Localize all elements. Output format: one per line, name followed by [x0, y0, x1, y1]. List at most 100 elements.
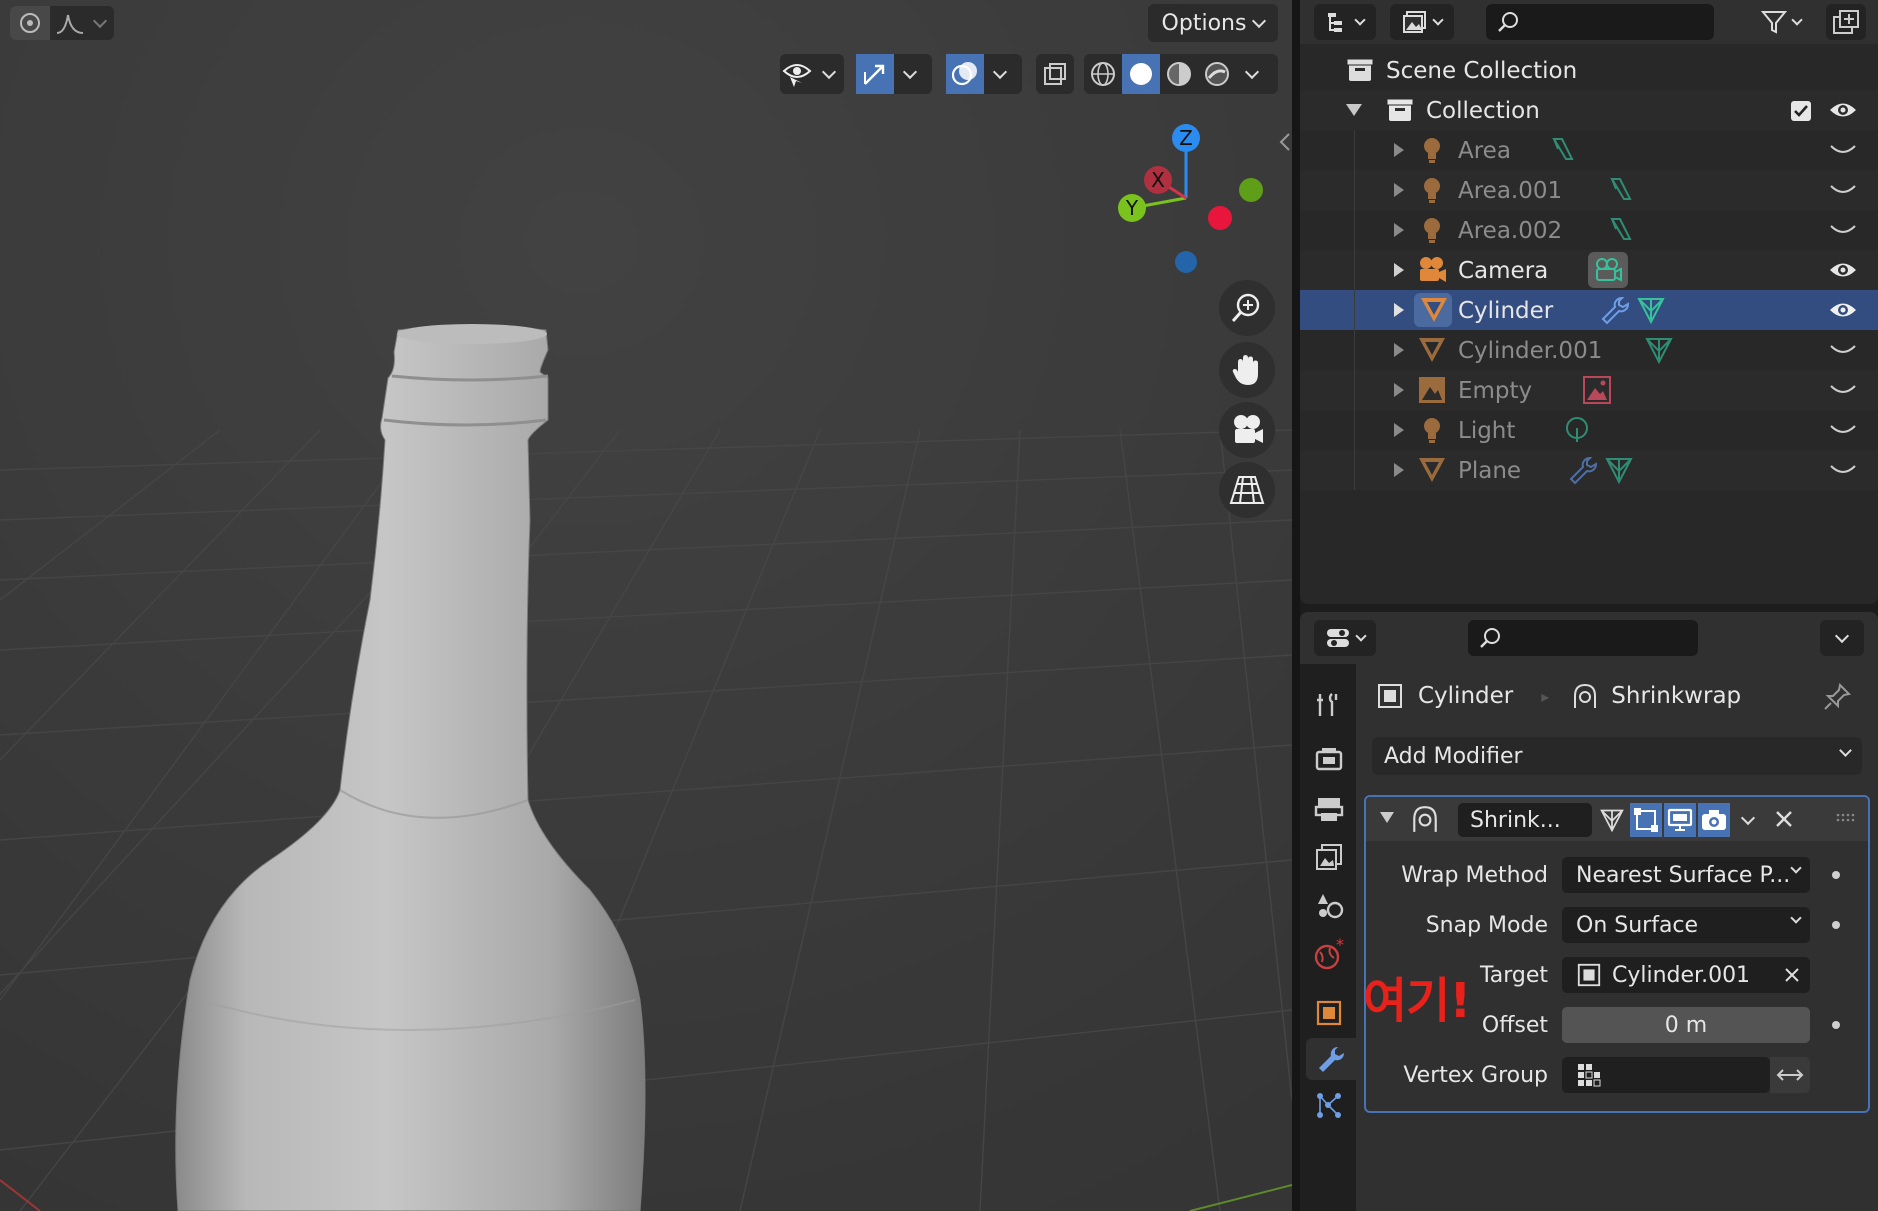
expand-arrow-icon[interactable]	[1394, 183, 1404, 197]
expand-arrow-icon[interactable]	[1394, 343, 1404, 357]
outliner-item-camera[interactable]: Camera	[1300, 250, 1878, 290]
edit-mode-toggle[interactable]	[1630, 803, 1662, 837]
eye-closed-icon[interactable]	[1828, 378, 1858, 402]
perspective-toggle-button[interactable]	[1219, 462, 1275, 518]
tab-tool[interactable]	[1308, 684, 1350, 726]
tab-object[interactable]	[1308, 992, 1350, 1034]
chevron-down-icon[interactable]	[984, 54, 1016, 94]
material-preview-icon[interactable]	[1160, 54, 1198, 94]
options-dropdown[interactable]: Options	[1148, 4, 1278, 42]
tab-output[interactable]	[1308, 788, 1350, 830]
tab-render[interactable]	[1308, 738, 1350, 780]
rendered-shading-icon[interactable]	[1198, 54, 1236, 94]
outliner-search-input[interactable]	[1486, 4, 1714, 40]
expand-arrow-icon[interactable]	[1394, 303, 1404, 317]
eye-closed-icon[interactable]	[1828, 138, 1858, 162]
proportional-falloff-icon[interactable]	[50, 6, 90, 40]
snap-mode-dropdown[interactable]: On Surface	[1562, 907, 1810, 943]
keyframe-dot-icon[interactable]	[1832, 871, 1840, 879]
target-object-field[interactable]: Cylinder.001	[1562, 957, 1810, 993]
edit-cage-toggle[interactable]	[1596, 803, 1628, 837]
light-data-icon[interactable]	[1606, 215, 1636, 245]
chevron-down-icon[interactable]	[894, 54, 926, 94]
mesh-data-icon[interactable]	[1604, 455, 1634, 485]
pan-button[interactable]	[1219, 342, 1275, 398]
expand-arrow-icon[interactable]	[1394, 423, 1404, 437]
expand-arrow-icon[interactable]	[1394, 143, 1404, 157]
add-modifier-dropdown[interactable]: Add Modifier	[1372, 737, 1862, 775]
eye-selectable-icon[interactable]	[780, 54, 815, 94]
tab-particles[interactable]	[1308, 1084, 1350, 1126]
eye-icon[interactable]	[1828, 258, 1858, 282]
solid-shading-icon[interactable]	[1122, 54, 1160, 94]
viewport-mode-selector[interactable]	[10, 6, 114, 40]
navigation-gizmo[interactable]: Z X Y	[1100, 118, 1270, 288]
overlays-icon[interactable]	[946, 54, 984, 94]
eye-closed-icon[interactable]	[1828, 418, 1858, 442]
collapse-arrow-icon[interactable]	[1380, 812, 1394, 823]
outliner-item-cylinder-001[interactable]: Cylinder.001	[1300, 330, 1878, 370]
tab-modifiers[interactable]	[1306, 1038, 1356, 1080]
modifier-name-field[interactable]: Shrink...	[1458, 803, 1592, 837]
wrench-modifier-icon[interactable]	[1600, 295, 1630, 325]
zoom-button[interactable]	[1219, 280, 1275, 336]
area-divider[interactable]	[1292, 0, 1300, 1211]
properties-search-input[interactable]	[1468, 620, 1698, 656]
chevron-down-icon[interactable]	[90, 13, 110, 28]
invert-vertex-group-toggle[interactable]	[1770, 1057, 1810, 1093]
viewport-display-toggle[interactable]	[1664, 803, 1696, 837]
gizmo-icon[interactable]	[856, 54, 894, 94]
light-data-icon[interactable]	[1548, 135, 1578, 165]
eye-closed-icon[interactable]	[1828, 458, 1858, 482]
point-light-icon[interactable]	[1562, 415, 1592, 445]
shading-mode-group[interactable]	[1084, 54, 1278, 94]
pin-icon[interactable]	[1822, 682, 1852, 712]
expand-arrow-icon[interactable]	[1394, 383, 1404, 397]
keyframe-dot-icon[interactable]	[1832, 921, 1840, 929]
tab-view-layer[interactable]	[1308, 836, 1350, 878]
expand-arrow-icon[interactable]	[1394, 223, 1404, 237]
outliner-item-cylinder[interactable]: Cylinder	[1300, 290, 1878, 330]
outliner-item-plane[interactable]: Plane	[1300, 450, 1878, 490]
filter-image-dropdown[interactable]	[1390, 4, 1454, 40]
filter-dropdown[interactable]	[1750, 4, 1812, 40]
camera-view-button[interactable]	[1219, 402, 1275, 458]
overlays-toggle[interactable]	[946, 54, 1022, 94]
light-data-icon[interactable]	[1606, 175, 1636, 205]
keyframe-dot-icon[interactable]	[1832, 1021, 1840, 1029]
display-mode-dropdown[interactable]	[1314, 4, 1376, 40]
3d-viewport[interactable]: Options Z X Y	[0, 0, 1292, 1211]
gizmo-toggle[interactable]	[856, 54, 932, 94]
drag-handle-icon[interactable]	[1836, 813, 1858, 823]
sidebar-toggle-icon[interactable]	[1278, 130, 1292, 154]
chevron-down-icon[interactable]	[1236, 54, 1268, 94]
options-chevron-button[interactable]	[1820, 620, 1864, 656]
tab-scene[interactable]	[1308, 884, 1350, 926]
mesh-data-icon[interactable]	[1644, 335, 1674, 365]
outliner-item-light[interactable]: Light	[1300, 410, 1878, 450]
close-icon[interactable]	[1774, 809, 1794, 829]
chevron-down-icon[interactable]	[815, 54, 844, 94]
eye-icon[interactable]	[1828, 298, 1858, 322]
editor-type-dropdown[interactable]	[1314, 620, 1376, 656]
outliner-item-area-001[interactable]: Area.001	[1300, 170, 1878, 210]
outliner-item-empty[interactable]: Empty	[1300, 370, 1878, 410]
xray-icon[interactable]	[1036, 54, 1074, 94]
eye-closed-icon[interactable]	[1828, 218, 1858, 242]
render-toggle[interactable]	[1698, 803, 1730, 837]
visibility-dropdown[interactable]	[780, 54, 844, 94]
exclude-checkbox[interactable]	[1790, 100, 1812, 122]
mesh-data-icon[interactable]	[1636, 295, 1666, 325]
new-collection-button[interactable]	[1826, 4, 1866, 40]
image-data-icon[interactable]	[1582, 375, 1612, 405]
outliner-item-area-002[interactable]: Area.002	[1300, 210, 1878, 250]
tab-world[interactable]: *	[1308, 934, 1350, 976]
wireframe-shading-icon[interactable]	[1084, 54, 1122, 94]
eye-icon[interactable]	[1828, 98, 1858, 122]
expand-arrow-icon[interactable]	[1394, 263, 1404, 277]
offset-number-field[interactable]: 0 m	[1562, 1007, 1810, 1043]
outliner-item-area[interactable]: Area	[1300, 130, 1878, 170]
modifier-menu-dropdown[interactable]	[1732, 803, 1764, 837]
wrench-modifier-icon[interactable]	[1568, 455, 1598, 485]
collection-row[interactable]: Collection	[1300, 90, 1878, 130]
